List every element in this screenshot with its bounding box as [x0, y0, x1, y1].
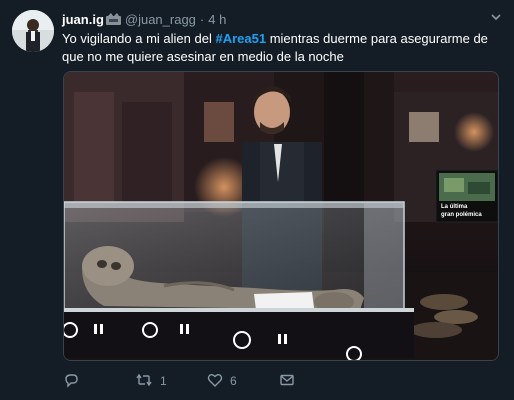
chevron-down-icon[interactable]	[490, 11, 502, 23]
direct-message-button[interactable]	[279, 372, 351, 391]
tweet-header: juan.ig @juan_ragg · 4 h	[62, 11, 502, 27]
tweet-text: Yo vigilando a mi alien del #Area51 mien…	[62, 30, 504, 66]
display-name[interactable]: juan.ig	[62, 12, 104, 27]
separator-dot: ·	[199, 11, 205, 27]
tweet-photo[interactable]: La última gran polémica	[63, 71, 499, 361]
retweet-icon	[135, 372, 153, 391]
like-count: 6	[230, 374, 237, 388]
like-button[interactable]: 6	[207, 372, 279, 391]
tv-caption-line1: La última	[441, 204, 468, 210]
tv-caption-line2: gran polémica	[441, 212, 482, 218]
tweet-text-before: Yo vigilando a mi alien del	[62, 31, 216, 46]
user-handle[interactable]: @juan_ragg	[125, 12, 196, 27]
retweet-count: 1	[160, 374, 167, 388]
reply-icon	[63, 372, 79, 391]
heart-icon	[207, 372, 223, 391]
tweet-actions: 1 6	[63, 372, 351, 390]
avatar-image	[12, 10, 54, 52]
envelope-icon	[279, 372, 295, 391]
tweet[interactable]: juan.ig @juan_ragg · 4 h Yo vigilando a …	[0, 0, 514, 400]
user-badge-icon	[105, 13, 121, 25]
hashtag-link[interactable]: #Area51	[215, 31, 266, 46]
reply-button[interactable]	[63, 372, 135, 391]
avatar[interactable]	[12, 10, 54, 52]
retweet-button[interactable]: 1	[135, 372, 207, 391]
timestamp[interactable]: 4 h	[208, 12, 226, 27]
